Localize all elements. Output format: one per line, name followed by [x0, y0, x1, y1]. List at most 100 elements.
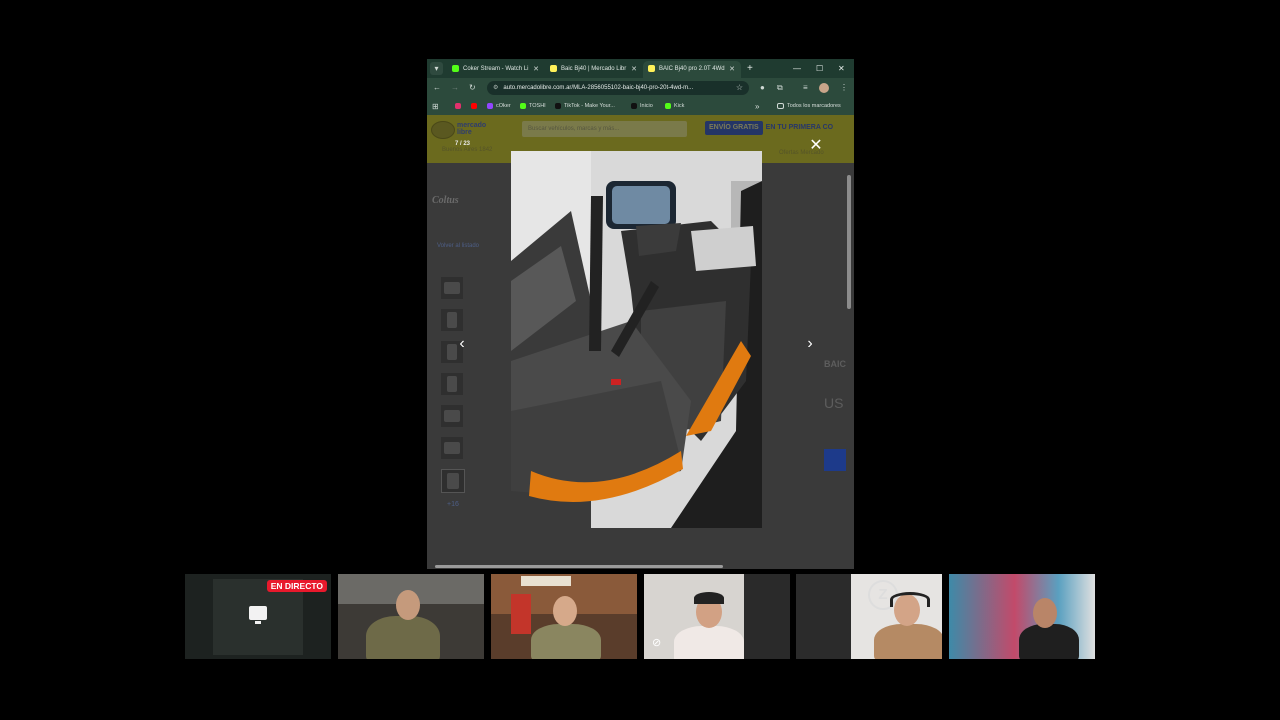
thumbnail-image: [447, 376, 457, 392]
tab-close-icon[interactable]: ✕: [729, 61, 735, 78]
lightbox-prev-button[interactable]: ‹: [455, 334, 469, 354]
mercadolibre-icon: [550, 64, 557, 72]
tab-bar: ▾ Coker Stream - Watch Li ✕ Baic Bj40 | …: [427, 59, 854, 78]
image-counter: 7 / 23: [455, 141, 471, 147]
bookmark-youtube[interactable]: [471, 98, 480, 115]
bookmark-kick[interactable]: Kick: [665, 98, 684, 115]
product-price: US: [824, 395, 844, 411]
tab-search-button[interactable]: ▾: [430, 62, 443, 75]
tab-baic-listing[interactable]: Baic Bj40 | Mercado Libr ✕: [545, 61, 643, 78]
webcam-guest-5: [949, 574, 1095, 659]
reload-button[interactable]: ↻: [469, 81, 476, 95]
extensions-puzzle-icon[interactable]: ⧉: [777, 81, 783, 95]
vertical-scrollbar[interactable]: [847, 175, 851, 309]
webcam-screen-share: EN DIRECTO: [185, 574, 331, 659]
x-icon: [631, 102, 637, 109]
bookmark-star-icon[interactable]: ☆: [736, 81, 743, 95]
thumbnail-image: [447, 473, 459, 489]
stream-screen: ▾ Coker Stream - Watch Li ✕ Baic Bj40 | …: [0, 0, 1280, 720]
bookmark-tiktok[interactable]: TikTok - Make Your...: [555, 98, 615, 115]
tab-close-icon[interactable]: ✕: [631, 61, 637, 78]
mercadolibre-icon: [648, 64, 655, 72]
thumbnail-image: [444, 442, 460, 454]
lightbox-photo: [511, 151, 762, 528]
webcam-guest-3: ⊘: [644, 574, 790, 659]
bookmark-label: Inicio: [640, 103, 653, 109]
thumbnail-image: [447, 312, 457, 328]
person-head: [553, 596, 577, 626]
more-thumbnails[interactable]: +16: [447, 501, 459, 508]
person: [674, 626, 744, 659]
gallery-thumbnail[interactable]: [441, 309, 463, 331]
forward-button[interactable]: →: [451, 81, 459, 95]
lightbox-close-button[interactable]: ✕: [809, 137, 823, 155]
gallery-thumbnail[interactable]: [441, 405, 463, 427]
promo-pill: ENVÍO GRATIS: [705, 121, 763, 135]
bookmark-label: Todos los marcadores: [787, 103, 841, 109]
all-bookmarks-folder[interactable]: Todos los marcadores: [777, 98, 841, 115]
profile-avatar[interactable]: [819, 83, 829, 93]
thumbnail-image: [444, 410, 460, 422]
bookmark-instagram[interactable]: [455, 98, 464, 115]
minimize-button[interactable]: —: [793, 61, 801, 76]
bookmarks-overflow-button[interactable]: »: [755, 98, 759, 115]
location-text[interactable]: Buenos Aires 1842: [442, 147, 492, 153]
headphones-icon: [890, 592, 930, 607]
bookmark-label: Kick: [674, 103, 685, 109]
tiktok-icon: [555, 102, 561, 109]
site-info-icon[interactable]: ⚙: [493, 81, 498, 95]
webcam-guest-2: [491, 574, 637, 659]
tab-title: Coker Stream - Watch Li: [463, 66, 529, 72]
handshake-icon: [431, 121, 455, 139]
kick-icon: [452, 64, 459, 72]
tab-baic-product[interactable]: BAIC Bj40 pro 2.0T 4Wd ✕: [643, 61, 741, 78]
bookmark-toshi[interactable]: TOSHI: [520, 98, 546, 115]
seller-brand: Coltus: [432, 195, 459, 206]
tab-close-icon[interactable]: ✕: [533, 61, 539, 78]
search-input[interactable]: Buscar vehículos, marcas y más...: [522, 121, 687, 137]
product-title: BAIC: [824, 359, 846, 369]
person: [531, 624, 601, 659]
instagram-icon: [455, 102, 461, 109]
reading-list-icon[interactable]: ≡: [803, 81, 808, 95]
horizontal-scrollbar[interactable]: [435, 565, 723, 568]
twitch-icon: [487, 102, 493, 109]
screen-share-icon: [249, 606, 267, 624]
car-rear-seat-photo: [511, 151, 762, 528]
breadcrumb[interactable]: Volver al listado: [437, 243, 479, 249]
bookmark-label: cOker: [496, 103, 511, 109]
gallery-thumbnail[interactable]: [441, 373, 463, 395]
url-text: auto.mercadolibre.com.ar/MLA-2856055102-…: [503, 85, 694, 91]
bookmark-label: TikTok - Make Your...: [564, 103, 615, 109]
thumbnail-image: [444, 282, 460, 294]
tab-title: BAIC Bj40 pro 2.0T 4Wd: [659, 66, 725, 72]
promo-banner[interactable]: ENVÍO GRATIS EN TU PRIMERA CO: [705, 121, 833, 135]
extension-icon[interactable]: ●: [760, 81, 765, 95]
bookmark-coker[interactable]: cOker: [487, 98, 511, 115]
mercadolibre-logo[interactable]: mercado libre: [431, 120, 486, 140]
gallery-thumbnail[interactable]: [441, 277, 463, 299]
camera-off-icon: ⊘: [652, 637, 662, 649]
bookmarks-bar: ⊞ cOker TOSHI TikTok - Make Your... Inic…: [427, 98, 854, 115]
logo-text: libre: [457, 129, 472, 136]
apps-grid-icon[interactable]: ⊞: [432, 98, 439, 115]
youtube-icon: [471, 102, 477, 109]
tab-title: Baic Bj40 | Mercado Libr: [561, 66, 627, 72]
new-tab-button[interactable]: +: [747, 61, 753, 76]
webcam-guest-1: [338, 574, 484, 659]
gallery-thumbnail-selected[interactable]: [441, 469, 465, 493]
address-bar[interactable]: ⚙ auto.mercadolibre.com.ar/MLA-2856055102…: [487, 81, 749, 95]
live-badge: EN DIRECTO: [266, 580, 327, 592]
person-head: [396, 590, 420, 620]
contact-button[interactable]: [824, 449, 846, 471]
kick-icon: [665, 102, 671, 109]
bookmark-x-inicio[interactable]: Inicio: [631, 98, 653, 115]
tab-coker-stream[interactable]: Coker Stream - Watch Li ✕: [447, 61, 545, 78]
browser-toolbar: ← → ↻ ⚙ auto.mercadolibre.com.ar/MLA-2856…: [427, 78, 854, 98]
lightbox-next-button[interactable]: ›: [803, 334, 817, 354]
gallery-thumbnail[interactable]: [441, 437, 463, 459]
back-button[interactable]: ←: [433, 81, 441, 95]
close-window-button[interactable]: ✕: [838, 61, 845, 76]
menu-kebab-icon[interactable]: ⋮: [840, 81, 848, 95]
maximize-button[interactable]: ☐: [816, 61, 823, 76]
